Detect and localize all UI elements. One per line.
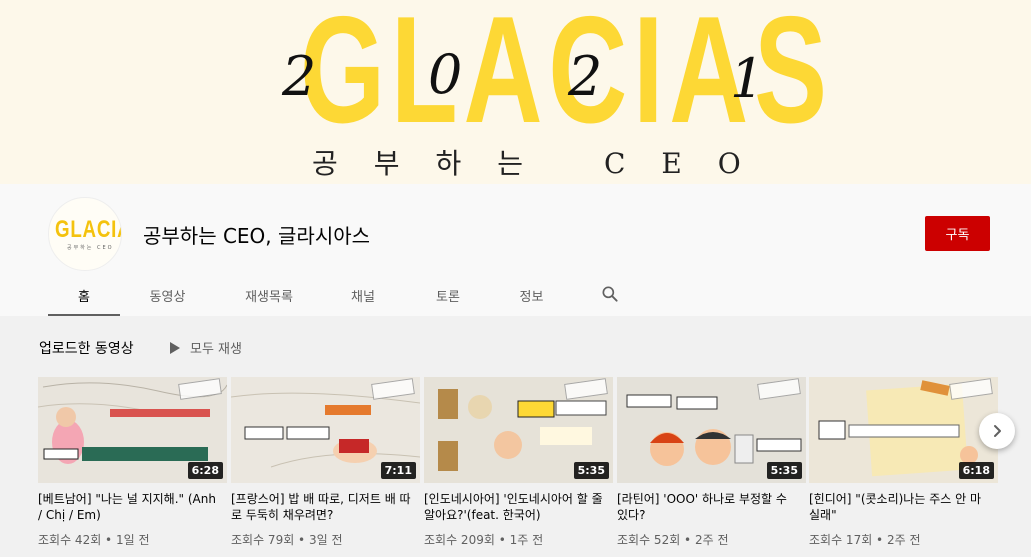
- banner-year-digit: 2: [282, 45, 317, 108]
- video-title[interactable]: [인도네시아어] '인도네시아어 할 줄 알아요?'(feat. 한국어): [424, 491, 613, 523]
- play-all-label: 모두 재생: [190, 342, 242, 357]
- video-title[interactable]: [프랑스어] 밥 배 따로, 디저트 배 따로 두둑히 채우려면?: [231, 491, 420, 523]
- tab-playlists[interactable]: 재생목록: [215, 276, 323, 316]
- play-all-button[interactable]: 모두 재생: [170, 338, 242, 357]
- tab-channels[interactable]: 채널: [323, 276, 403, 316]
- banner-subtitle: 공부하는 CEO: [312, 147, 777, 180]
- video-thumbnail[interactable]: 5:35: [617, 377, 806, 483]
- video-card[interactable]: 5:35 [라틴어] 'OOO' 하나로 부정할 수 있다? 조회수 52회 •…: [617, 377, 806, 548]
- tab-discussion[interactable]: 토론: [403, 276, 493, 316]
- video-meta: 조회수 17회 • 2주 전: [809, 533, 921, 547]
- play-icon: [170, 342, 180, 354]
- video-card[interactable]: 7:11 [프랑스어] 밥 배 따로, 디저트 배 따로 두둑히 채우려면? 조…: [231, 377, 420, 548]
- video-duration: 7:11: [380, 462, 416, 479]
- banner-year-digit: 2: [568, 45, 603, 108]
- video-duration: 5:35: [573, 462, 609, 479]
- video-meta: 조회수 79회 • 3일 전: [231, 533, 343, 547]
- video-meta: 조회수 209회 • 1주 전: [424, 533, 544, 547]
- video-card[interactable]: 6:28 [베트남어] "나는 널 지지해." (Anh / Chị / Em)…: [38, 377, 227, 548]
- channel-avatar[interactable]: GLACIAS 공부하는 CEO: [48, 197, 122, 271]
- tab-about[interactable]: 정보: [493, 276, 570, 316]
- tab-videos[interactable]: 동영상: [120, 276, 215, 316]
- video-meta: 조회수 52회 • 2주 전: [617, 533, 729, 547]
- video-thumbnail[interactable]: 6:18: [809, 377, 998, 483]
- channel-name: 공부하는 CEO, 글라시아스: [143, 224, 371, 248]
- tab-home[interactable]: 홈: [48, 276, 120, 316]
- banner-year-digit: 1: [730, 47, 765, 110]
- video-duration: 6:18: [958, 462, 994, 479]
- video-card[interactable]: 5:35 [인도네시아어] '인도네시아어 할 줄 알아요?'(feat. 한국…: [424, 377, 613, 548]
- video-thumbnail[interactable]: 7:11: [231, 377, 420, 483]
- video-thumbnail[interactable]: 5:35: [424, 377, 613, 483]
- video-title[interactable]: [베트남어] "나는 널 지지해." (Anh / Chị / Em): [38, 491, 227, 523]
- avatar-logo-text: GLACIAS: [55, 216, 121, 243]
- channel-search-button[interactable]: [570, 276, 650, 316]
- shelf-next-button[interactable]: [979, 413, 1015, 449]
- channel-banner: GLACIAS 2 0 2 1 공부하는 CEO: [0, 0, 1031, 184]
- chevron-right-icon: [994, 425, 1001, 437]
- shelf-title[interactable]: 업로드한 동영상: [39, 338, 134, 358]
- video-title[interactable]: [힌디어] "(콧소리)나는 주스 안 마실래": [809, 491, 998, 523]
- banner-year-digit: 0: [428, 43, 463, 106]
- search-icon: [602, 286, 618, 302]
- subscribe-button[interactable]: 구독: [925, 216, 990, 251]
- video-duration: 6:28: [187, 462, 223, 479]
- video-thumbnail[interactable]: 6:28: [38, 377, 227, 483]
- avatar-subtitle: 공부하는 CEO: [67, 245, 114, 251]
- video-duration: 5:35: [766, 462, 802, 479]
- channel-tabs: 홈 동영상 재생목록 채널 토론 정보: [48, 276, 650, 316]
- video-card[interactable]: 6:18 [힌디어] "(콧소리)나는 주스 안 마실래" 조회수 17회 • …: [809, 377, 998, 548]
- video-meta: 조회수 42회 • 1일 전: [38, 533, 150, 547]
- video-title[interactable]: [라틴어] 'OOO' 하나로 부정할 수 있다?: [617, 491, 806, 523]
